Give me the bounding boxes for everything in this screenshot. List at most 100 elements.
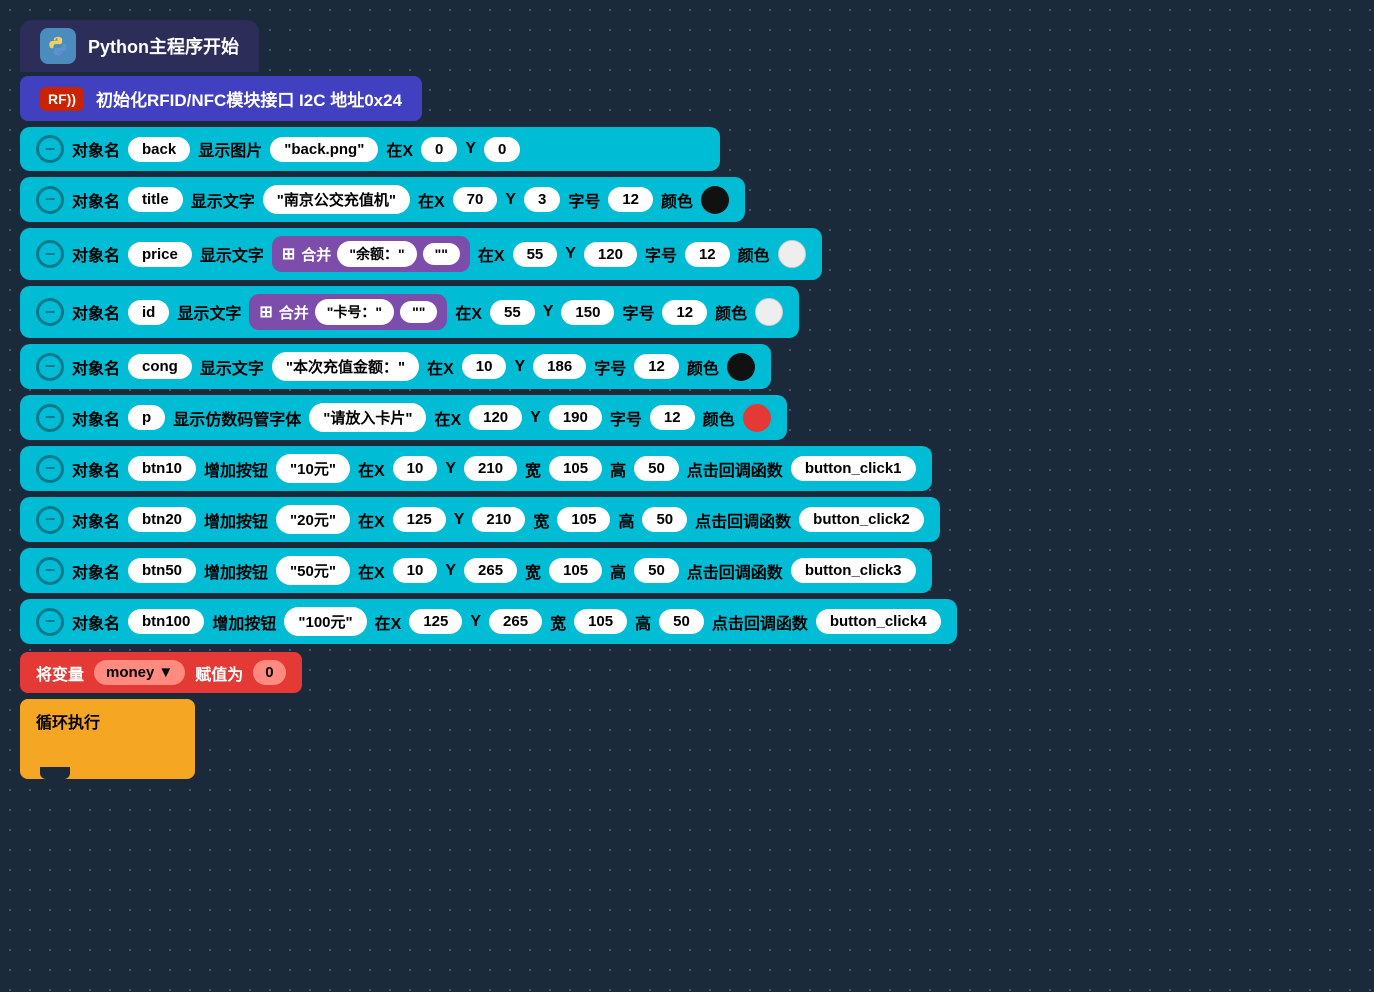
merge-block-4: ⊞ 合并 "卡号：" "" <box>249 294 447 330</box>
prefix-8: 对象名 <box>72 508 120 532</box>
color-swatch-black-5 <box>727 353 755 381</box>
merge-icon-3: ⊞ <box>282 244 295 264</box>
width-label-9: 宽 <box>525 559 541 583</box>
python-start-block: Python主程序开始 <box>20 20 259 72</box>
fontsize-val-6: 12 <box>650 405 695 430</box>
width-val-9: 105 <box>549 558 602 583</box>
height-label-8: 高 <box>618 508 634 532</box>
height-val-8: 50 <box>642 507 687 532</box>
prefix-1: 对象名 <box>72 137 120 161</box>
atx-10: 在X <box>375 610 402 634</box>
x-val-2: 70 <box>453 187 498 212</box>
collapse-btn-5[interactable]: − <box>36 353 64 381</box>
height-label-7: 高 <box>610 457 626 481</box>
atx-8: 在X <box>358 508 385 532</box>
y-val-2: 3 <box>524 187 560 212</box>
height-val-10: 50 <box>659 609 704 634</box>
loop-label: 循环执行 <box>36 709 100 733</box>
color-swatch-red-6 <box>743 404 771 432</box>
fontsize-val-3: 12 <box>685 242 730 267</box>
obj-name-btn10: btn10 <box>128 456 196 481</box>
python-logo-icon <box>40 28 76 64</box>
collapse-btn-9[interactable]: − <box>36 557 64 585</box>
color-label-6: 颜色 <box>703 406 735 430</box>
var-set-block: 将变量 money ▼ 赋值为 0 <box>20 652 302 693</box>
aty-1: Y <box>465 140 476 158</box>
instruction-row-9: − 对象名 btn50 增加按钮 "50元" 在X 10 Y 265 宽 105… <box>20 548 932 593</box>
x-val-5: 10 <box>462 354 507 379</box>
aty-8: Y <box>454 511 465 529</box>
x-val-3: 55 <box>513 242 558 267</box>
color-label-3: 颜色 <box>738 242 770 266</box>
callback-val-9: button_click3 <box>791 558 916 583</box>
height-label-9: 高 <box>610 559 626 583</box>
obj-name-p: p <box>128 405 165 430</box>
action-3: 显示文字 <box>200 242 264 266</box>
y-val-1: 0 <box>484 137 520 162</box>
obj-name-btn20: btn20 <box>128 507 196 532</box>
var-set-label: 将变量 <box>36 661 84 685</box>
atx-4: 在X <box>455 300 482 324</box>
y-val-4: 150 <box>561 300 614 325</box>
atx-1: 在X <box>386 137 413 161</box>
callback-label-7: 点击回调函数 <box>687 457 783 481</box>
merge-block-3: ⊞ 合并 "余额：" "" <box>272 236 470 272</box>
callback-label-8: 点击回调函数 <box>695 508 791 532</box>
instruction-row-7: − 对象名 btn10 增加按钮 "10元" 在X 10 Y 210 宽 105… <box>20 446 932 491</box>
collapse-btn-1[interactable]: − <box>36 135 64 163</box>
width-label-7: 宽 <box>525 457 541 481</box>
rfid-label: 初始化RFID/NFC模块接口 I2C 地址0x24 <box>96 86 402 111</box>
value-cong: "本次充值金额：" <box>272 352 419 381</box>
atx-5: 在X <box>427 355 454 379</box>
y-val-8: 210 <box>472 507 525 532</box>
y-val-7: 210 <box>464 456 517 481</box>
collapse-btn-2[interactable]: − <box>36 186 64 214</box>
aty-6: Y <box>530 409 541 427</box>
value-btn10: "10元" <box>276 454 350 483</box>
value-p: "请放入卡片" <box>309 403 426 432</box>
merge-v1-3: "余额：" <box>337 241 416 267</box>
instruction-row-10: − 对象名 btn100 增加按钮 "100元" 在X 125 Y 265 宽 … <box>20 599 957 644</box>
width-label-8: 宽 <box>533 508 549 532</box>
prefix-2: 对象名 <box>72 188 120 212</box>
width-label-10: 宽 <box>550 610 566 634</box>
action-1: 显示图片 <box>198 137 262 161</box>
x-val-8: 125 <box>393 507 446 532</box>
aty-4: Y <box>543 303 554 321</box>
python-start-label: Python主程序开始 <box>88 33 239 59</box>
obj-name-cong: cong <box>128 354 192 379</box>
var-name-dropdown[interactable]: money ▼ <box>94 660 185 685</box>
fontsize-label-4: 字号 <box>622 300 654 324</box>
collapse-btn-6[interactable]: − <box>36 404 64 432</box>
color-label-2: 颜色 <box>661 188 693 212</box>
atx-9: 在X <box>358 559 385 583</box>
aty-10: Y <box>470 613 481 631</box>
width-val-10: 105 <box>574 609 627 634</box>
collapse-btn-3[interactable]: − <box>36 240 64 268</box>
obj-name-id: id <box>128 300 169 325</box>
action-5: 显示文字 <box>200 355 264 379</box>
x-val-1: 0 <box>421 137 457 162</box>
prefix-10: 对象名 <box>72 610 120 634</box>
x-val-6: 120 <box>469 405 522 430</box>
atx-3: 在X <box>478 242 505 266</box>
collapse-btn-8[interactable]: − <box>36 506 64 534</box>
collapse-btn-7[interactable]: − <box>36 455 64 483</box>
collapse-btn-4[interactable]: − <box>36 298 64 326</box>
fontsize-label-2: 字号 <box>568 188 600 212</box>
merge-v2-4: "" <box>400 301 437 323</box>
instruction-row-8: − 对象名 btn20 增加按钮 "20元" 在X 125 Y 210 宽 10… <box>20 497 940 542</box>
obj-name-btn50: btn50 <box>128 558 196 583</box>
instruction-row-4: − 对象名 id 显示文字 ⊞ 合并 "卡号：" "" 在X 55 Y 150 … <box>20 286 799 338</box>
instruction-row-3: − 对象名 price 显示文字 ⊞ 合并 "余额：" "" 在X 55 Y 1… <box>20 228 822 280</box>
color-label-5: 颜色 <box>687 355 719 379</box>
instruction-row-5: − 对象名 cong 显示文字 "本次充值金额：" 在X 10 Y 186 字号… <box>20 344 771 389</box>
atx-6: 在X <box>434 406 461 430</box>
x-val-10: 125 <box>409 609 462 634</box>
merge-v2-3: "" <box>423 243 460 265</box>
prefix-9: 对象名 <box>72 559 120 583</box>
atx-7: 在X <box>358 457 385 481</box>
aty-3: Y <box>565 245 576 263</box>
width-val-8: 105 <box>557 507 610 532</box>
collapse-btn-10[interactable]: − <box>36 608 64 636</box>
